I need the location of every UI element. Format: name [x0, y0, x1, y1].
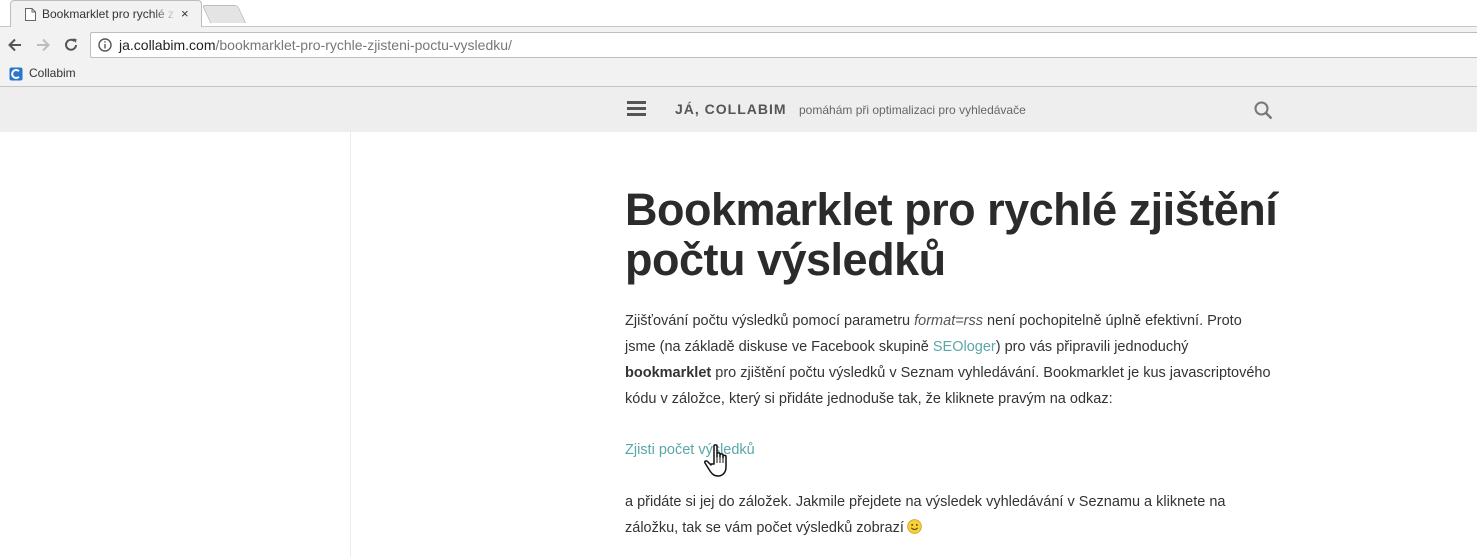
search-icon[interactable]	[1254, 101, 1273, 120]
intro-text-c: ) pro vás připravili jednoduchý	[995, 339, 1189, 355]
bookmarklet-strong: bookmarklet	[625, 365, 712, 381]
post-title: Bookmarklet pro rychlé zjištění počtu vý…	[625, 184, 1278, 285]
intro-text-a: Zjišťování počtu výsledků pomocí paramet…	[625, 313, 915, 329]
url-path: /bookmarklet-pro-rychle-zjisteni-poctu-v…	[215, 37, 512, 53]
bookmarklet-paragraph: Zjisti počet výsledků	[625, 437, 755, 463]
browser-tab[interactable]: Bookmarklet pro rychlé z ×	[10, 0, 202, 27]
back-icon[interactable]	[6, 36, 24, 54]
intro-paragraph: Zjišťování počtu výsledků pomocí paramet…	[625, 308, 1275, 412]
article: Bookmarklet pro rychlé zjištění počtu vý…	[625, 184, 1285, 537]
outro-text: a přidáte si jej do záložek. Jakmile pře…	[625, 494, 1226, 536]
url-text: ja.collabim.com/bookmarklet-pro-rychle-z…	[119, 37, 512, 54]
site-title[interactable]: JÁ, COLLABIM	[675, 100, 787, 118]
collabim-logo-icon	[9, 67, 23, 81]
site-header: JÁ, COLLABIM pomáhám při optimalizaci pr…	[0, 87, 1477, 132]
format-param: format=rss	[914, 313, 984, 329]
url-host: ja.collabim.com	[119, 37, 216, 53]
info-icon[interactable]	[98, 38, 112, 52]
reload-icon[interactable]	[62, 36, 80, 54]
close-icon[interactable]: ×	[181, 6, 189, 22]
menu-icon[interactable]	[627, 101, 646, 117]
address-bar[interactable]: ja.collabim.com/bookmarklet-pro-rychle-z…	[90, 32, 1477, 58]
forward-icon[interactable]	[34, 36, 52, 54]
outro-paragraph: a přidáte si jej do záložek. Jakmile pře…	[625, 489, 1275, 541]
bookmarklet-link[interactable]: Zjisti počet výsledků	[625, 442, 755, 458]
seologer-link[interactable]: SEOloger	[933, 339, 996, 355]
bookmarks-bar: Collabim	[0, 63, 1477, 87]
page-icon	[25, 8, 36, 21]
tab-strip: Bookmarklet pro rychlé z ×	[0, 0, 1477, 27]
bookmark-collabim[interactable]: Collabim	[29, 66, 76, 81]
site-tagline: pomáhám při optimalizaci pro vyhledávače	[799, 103, 1026, 117]
tab-title: Bookmarklet pro rychlé z	[42, 7, 177, 22]
sidebar-divider	[350, 132, 351, 557]
new-tab-button[interactable]	[201, 5, 247, 23]
hand-pointer-icon	[704, 444, 727, 477]
smiley-icon	[907, 519, 922, 534]
intro-text-d: pro zjištění počtu výsledků v Seznam vyh…	[625, 365, 1271, 407]
